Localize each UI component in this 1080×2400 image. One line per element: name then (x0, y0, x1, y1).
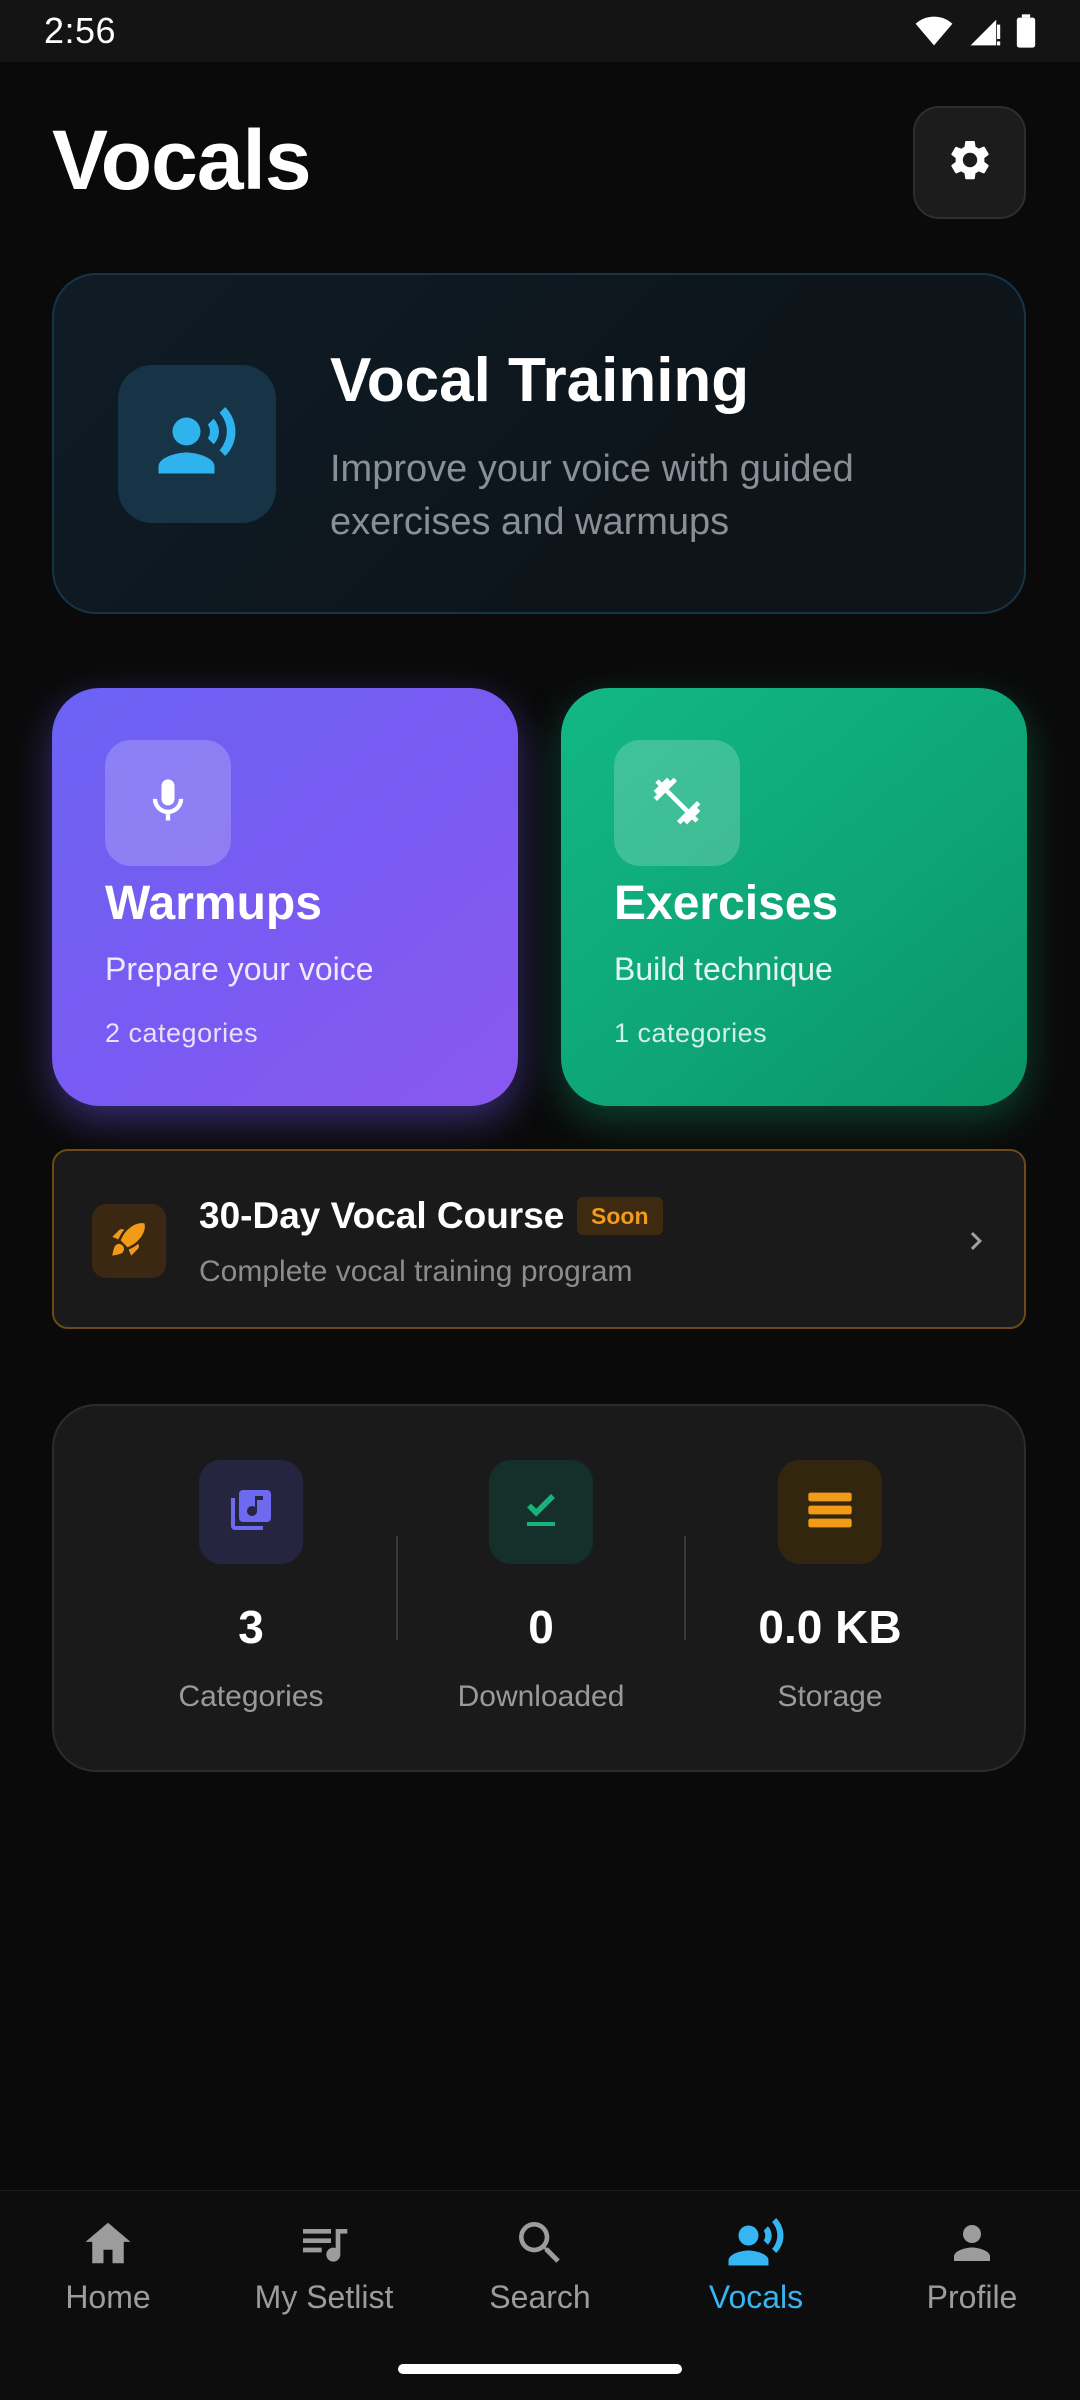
course-icon-box (92, 1204, 166, 1278)
download-done-icon (517, 1486, 565, 1539)
gear-icon (946, 136, 994, 189)
warmups-title: Warmups (105, 877, 322, 930)
voice-speaking-icon (155, 400, 239, 489)
cellular-signal-icon (968, 15, 1002, 47)
exercises-count: 1 categories (614, 1018, 768, 1048)
vocal-course-row[interactable]: 30-Day Vocal Course Soon Complete vocal … (52, 1149, 1026, 1329)
hero-subtitle: Improve your voice with guided exercises… (330, 448, 854, 543)
search-icon (510, 2213, 570, 2273)
hero-title: Vocal Training (330, 346, 750, 415)
vocals-screen: 2:56 Vocals Vocal Training Improve your … (0, 0, 1080, 2400)
warmups-icon-box (105, 740, 231, 866)
stat-categories-label: Categories (178, 1680, 324, 1713)
exercises-subtitle: Build technique (614, 951, 833, 987)
exercises-icon-box (614, 740, 740, 866)
stat-storage-label: Storage (777, 1680, 883, 1713)
warmups-card[interactable]: Warmups Prepare your voice 2 categories (52, 688, 518, 1106)
hero-icon-box (118, 365, 276, 523)
settings-button[interactable] (913, 106, 1026, 219)
storage-icon (804, 1484, 856, 1541)
nav-label-my-setlist: My Setlist (254, 2279, 394, 2315)
stat-storage-value: 0.0 KB (758, 1601, 902, 1653)
stat-categories-value: 3 (238, 1601, 264, 1653)
warmups-count: 2 categories (105, 1018, 259, 1048)
nav-item-home[interactable]: Home (0, 2213, 216, 2333)
status-icons (914, 14, 1036, 48)
stat-divider (396, 1536, 398, 1640)
stat-downloaded-value: 0 (528, 1601, 554, 1653)
exercises-title: Exercises (614, 877, 839, 930)
nav-label-home: Home (65, 2279, 151, 2315)
nav-item-search[interactable]: Search (432, 2213, 648, 2333)
page-title: Vocals (52, 113, 312, 207)
nav-item-my-setlist[interactable]: My Setlist (216, 2213, 432, 2333)
library-music-icon (227, 1486, 275, 1539)
microphone-icon (142, 775, 194, 832)
stats-card: 3 Categories 0 Downloaded 0.0 KB Storage (52, 1404, 1026, 1772)
warmups-subtitle: Prepare your voice (105, 951, 374, 987)
home-indicator[interactable] (398, 2364, 682, 2374)
queue-music-icon (294, 2213, 354, 2273)
status-bar: 2:56 (0, 0, 1080, 62)
course-subtitle: Complete vocal training program (199, 1255, 633, 1288)
soon-badge: Soon (577, 1197, 663, 1235)
person-icon (942, 2213, 1002, 2273)
nav-item-profile[interactable]: Profile (864, 2213, 1080, 2333)
rocket-icon (109, 1219, 149, 1264)
vocal-training-card: Vocal Training Improve your voice with g… (52, 273, 1026, 614)
nav-label-profile: Profile (926, 2279, 1018, 2315)
stat-downloaded-icon-box (489, 1460, 593, 1564)
stat-divider (684, 1536, 686, 1640)
stat-downloaded: 0 Downloaded (411, 1460, 671, 1714)
nav-label-vocals: Vocals (708, 2279, 804, 2315)
stat-categories-icon-box (199, 1460, 303, 1564)
stat-downloaded-label: Downloaded (457, 1680, 625, 1713)
stat-storage-icon-box (778, 1460, 882, 1564)
home-icon (78, 2213, 138, 2273)
exercises-card[interactable]: Exercises Build technique 1 categories (561, 688, 1027, 1106)
dumbbell-icon (649, 773, 705, 834)
chevron-right-icon (958, 1221, 994, 1261)
nav-item-vocals[interactable]: Vocals (648, 2213, 864, 2333)
battery-icon (1016, 14, 1036, 48)
wifi-icon (914, 15, 954, 47)
status-time: 2:56 (44, 10, 117, 51)
course-title: 30-Day Vocal Course (199, 1195, 565, 1236)
voice-speaking-icon (726, 2213, 786, 2273)
nav-label-search: Search (489, 2279, 591, 2315)
stat-storage: 0.0 KB Storage (700, 1460, 960, 1714)
stat-categories: 3 Categories (121, 1460, 381, 1714)
